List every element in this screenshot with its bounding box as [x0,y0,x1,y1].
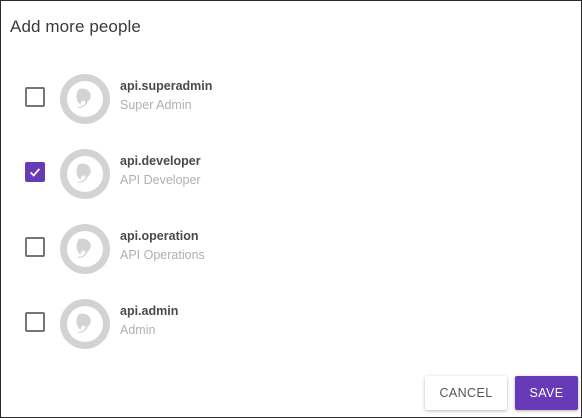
person-name: api.superadmin [120,79,213,93]
person-role: API Operations [120,248,205,262]
person-checkbox[interactable] [25,312,45,332]
avatar-logo-icon [67,81,103,117]
people-list: api.superadmin Super Admin api.developer… [1,61,581,361]
avatar-logo-icon [67,156,103,192]
person-name: api.developer [120,154,201,168]
checkmark-icon [30,168,41,177]
person-name: api.operation [120,229,199,243]
person-role: Super Admin [120,98,192,112]
dialog-title: Add more people [10,17,141,36]
avatar [60,149,110,199]
avatar [60,74,110,124]
person-role: API Developer [120,173,201,187]
avatar [60,224,110,274]
list-item: api.admin Admin [1,286,581,361]
cancel-button[interactable]: CANCEL [425,376,507,410]
list-item: api.superadmin Super Admin [1,61,581,136]
add-people-dialog: Add more people api.superadmin Super Adm… [0,0,582,418]
person-role: Admin [120,323,156,337]
list-item: api.operation API Operations [1,211,581,286]
avatar [60,299,110,349]
person-checkbox[interactable] [25,87,45,107]
avatar-logo-icon [67,231,103,267]
person-checkbox[interactable] [25,237,45,257]
person-name: api.admin [120,304,179,318]
save-button[interactable]: SAVE [515,376,578,410]
person-checkbox[interactable] [25,162,45,182]
avatar-logo-icon [67,306,103,342]
list-item: api.developer API Developer [1,136,581,211]
